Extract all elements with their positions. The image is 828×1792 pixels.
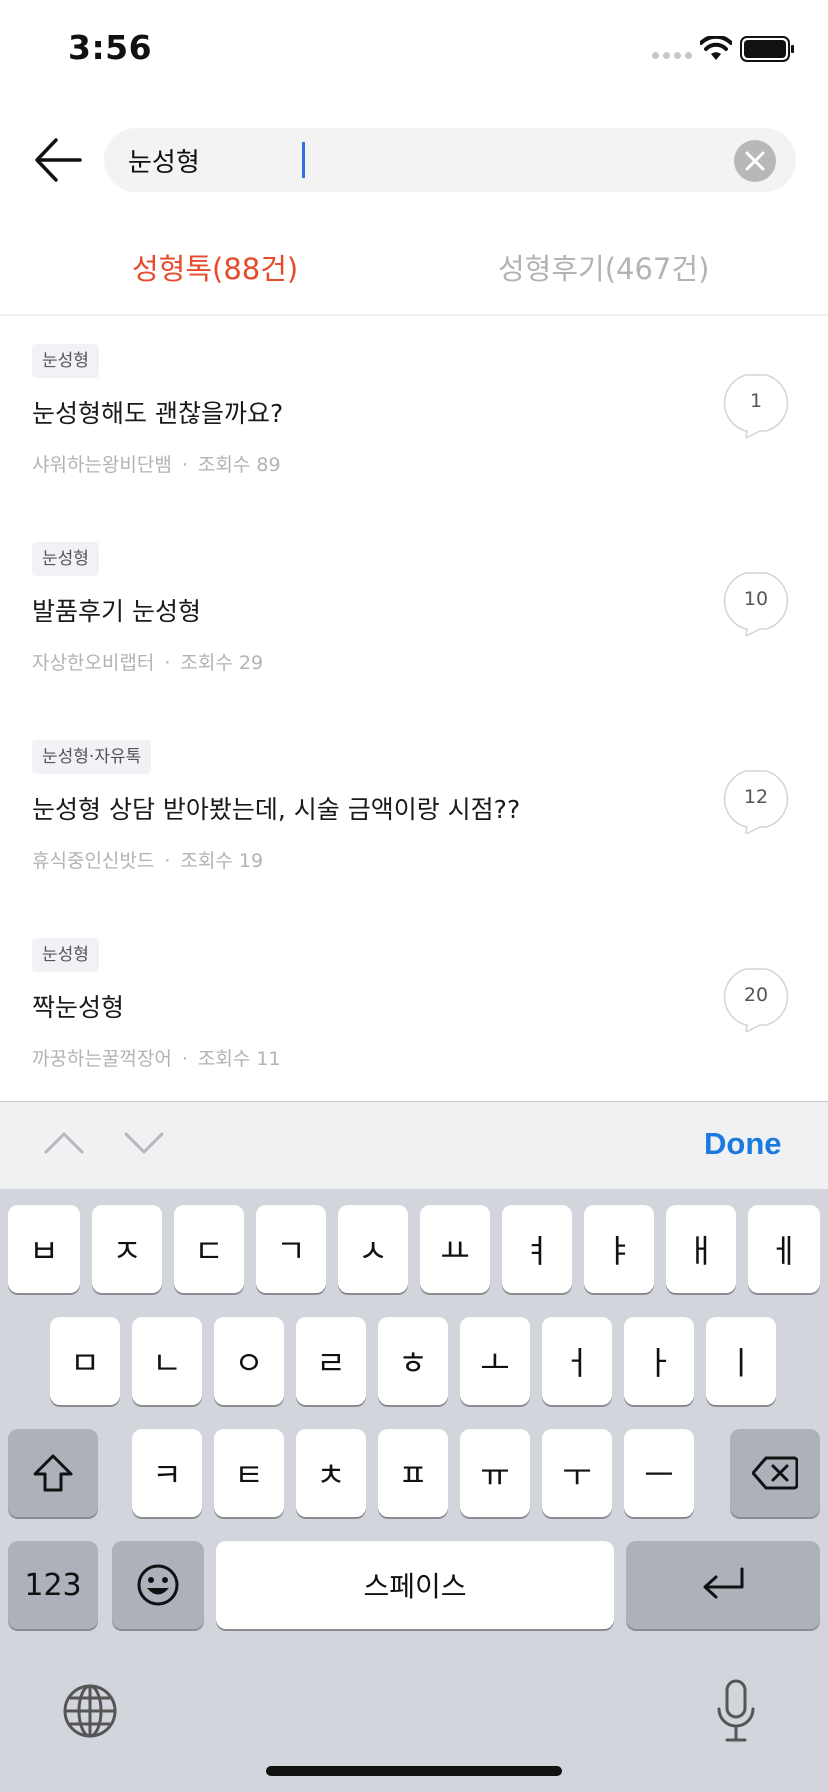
- backspace-icon: [752, 1456, 798, 1490]
- post-category-tag: 눈성형: [32, 938, 99, 972]
- comment-count-bubble[interactable]: 20: [716, 968, 796, 1032]
- shift-icon: [33, 1454, 73, 1492]
- post-author: 샤워하는왕비단뱀: [32, 454, 172, 476]
- comment-count-bubble[interactable]: 10: [716, 572, 796, 636]
- key[interactable]: ㅈ: [92, 1205, 162, 1293]
- delete-key[interactable]: [730, 1429, 820, 1517]
- wifi-icon: [700, 36, 732, 60]
- meta-separator: ·: [181, 1048, 188, 1070]
- back-button[interactable]: [32, 134, 84, 186]
- meta-separator: ·: [181, 454, 188, 476]
- return-icon: [703, 1567, 744, 1599]
- globe-icon[interactable]: [62, 1683, 118, 1739]
- post-category-tag: 눈성형·자유톡: [32, 740, 152, 774]
- numbers-key[interactable]: 123: [8, 1541, 98, 1629]
- keyboard-accessory-bar: Done: [0, 1101, 828, 1189]
- key[interactable]: ㅏ: [624, 1317, 694, 1405]
- status-bar: 3:56: [0, 0, 828, 100]
- post-category-tag: 눈성형: [32, 344, 99, 378]
- key[interactable]: ㅅ: [338, 1205, 408, 1293]
- emoji-key[interactable]: [112, 1541, 204, 1629]
- key[interactable]: ㅜ: [542, 1429, 612, 1517]
- arrow-left-icon: [35, 138, 82, 182]
- post-views: 조회수 19: [180, 850, 264, 872]
- post-title[interactable]: 발품후기 눈성형: [32, 592, 201, 628]
- meta-separator: ·: [164, 850, 171, 872]
- key[interactable]: ㅋ: [132, 1429, 202, 1517]
- post-views: 조회수 89: [197, 454, 281, 476]
- signal-icon: [652, 52, 692, 59]
- list-item[interactable]: 눈성형·자유톡 눈성형 상담 받아봤는데, 시술 금액이랑 시점?? 휴식중인신…: [0, 740, 828, 938]
- chevron-down-icon[interactable]: [122, 1128, 166, 1158]
- key[interactable]: ㄴ: [132, 1317, 202, 1405]
- post-title[interactable]: 눈성형해도 괜찮을까요?: [32, 394, 283, 430]
- comment-count: 1: [749, 390, 763, 412]
- chevron-up-icon[interactable]: [42, 1128, 86, 1158]
- post-meta: 휴식중인신밧드 · 조회수 19: [32, 846, 263, 873]
- battery-icon: [740, 36, 794, 62]
- shift-key[interactable]: [8, 1429, 98, 1517]
- comment-count-bubble[interactable]: 1: [716, 374, 796, 438]
- post-meta: 자상한오비랩터 · 조회수 29: [32, 648, 263, 675]
- key[interactable]: ㅌ: [214, 1429, 284, 1517]
- comment-count: 20: [743, 984, 769, 1006]
- list-item[interactable]: 눈성형 눈성형해도 괜찮을까요? 샤워하는왕비단뱀 · 조회수 89 1: [0, 344, 828, 542]
- key[interactable]: ㅡ: [624, 1429, 694, 1517]
- key[interactable]: ㅠ: [460, 1429, 530, 1517]
- key[interactable]: ㄱ: [256, 1205, 326, 1293]
- comment-count: 10: [743, 588, 769, 610]
- tab-surgery-talk[interactable]: 성형톡(88건): [132, 246, 298, 288]
- close-icon: [745, 151, 765, 171]
- key[interactable]: ㅇ: [214, 1317, 284, 1405]
- key[interactable]: ㅓ: [542, 1317, 612, 1405]
- key[interactable]: ㅎ: [378, 1317, 448, 1405]
- tab-surgery-review[interactable]: 성형후기(467건): [498, 246, 709, 288]
- key[interactable]: ㅣ: [706, 1317, 776, 1405]
- text-caret: [302, 142, 305, 178]
- status-time: 3:56: [68, 28, 153, 67]
- key[interactable]: ㅗ: [460, 1317, 530, 1405]
- post-category-tag: 눈성형: [32, 542, 99, 576]
- result-tabs: 성형톡(88건) 성형후기(467건): [0, 236, 828, 316]
- search-box[interactable]: [104, 128, 796, 192]
- key[interactable]: ㅂ: [8, 1205, 80, 1293]
- key[interactable]: ㅕ: [502, 1205, 572, 1293]
- emoji-icon: [137, 1564, 179, 1606]
- keyboard: ㅂ ㅈ ㄷ ㄱ ㅅ ㅛ ㅕ ㅑ ㅐ ㅔ ㅁ ㄴ ㅇ ㄹ ㅎ ㅗ ㅓ ㅏ ㅣ ㅋ …: [0, 1189, 828, 1792]
- clear-search-button[interactable]: [734, 140, 776, 182]
- post-title[interactable]: 눈성형 상담 받아봤는데, 시술 금액이랑 시점??: [32, 790, 520, 826]
- post-meta: 까꿍하는꿀꺽장어 · 조회수 11: [32, 1044, 281, 1071]
- comment-count-bubble[interactable]: 12: [716, 770, 796, 834]
- home-indicator: [266, 1766, 562, 1776]
- post-author: 휴식중인신밧드: [32, 850, 155, 872]
- post-title[interactable]: 짝눈성형: [32, 988, 124, 1024]
- return-key[interactable]: [626, 1541, 820, 1629]
- meta-separator: ·: [164, 652, 171, 674]
- key[interactable]: ㅔ: [748, 1205, 820, 1293]
- microphone-icon[interactable]: [716, 1679, 756, 1743]
- search-input[interactable]: [128, 140, 708, 180]
- post-author: 자상한오비랩터: [32, 652, 155, 674]
- key[interactable]: ㅊ: [296, 1429, 366, 1517]
- post-author: 까꿍하는꿀꺽장어: [32, 1048, 172, 1070]
- key[interactable]: ㄹ: [296, 1317, 366, 1405]
- key[interactable]: ㅐ: [666, 1205, 736, 1293]
- key[interactable]: ㅁ: [50, 1317, 120, 1405]
- list-item[interactable]: 눈성형 발품후기 눈성형 자상한오비랩터 · 조회수 29 10: [0, 542, 828, 740]
- post-views: 조회수 11: [197, 1048, 281, 1070]
- space-key[interactable]: 스페이스: [216, 1541, 614, 1629]
- comment-count: 12: [743, 786, 769, 808]
- key[interactable]: ㅍ: [378, 1429, 448, 1517]
- post-views: 조회수 29: [180, 652, 264, 674]
- key[interactable]: ㄷ: [174, 1205, 244, 1293]
- key[interactable]: ㅑ: [584, 1205, 654, 1293]
- post-meta: 샤워하는왕비단뱀 · 조회수 89: [32, 450, 281, 477]
- key[interactable]: ㅛ: [420, 1205, 490, 1293]
- done-button[interactable]: Done: [704, 1126, 782, 1162]
